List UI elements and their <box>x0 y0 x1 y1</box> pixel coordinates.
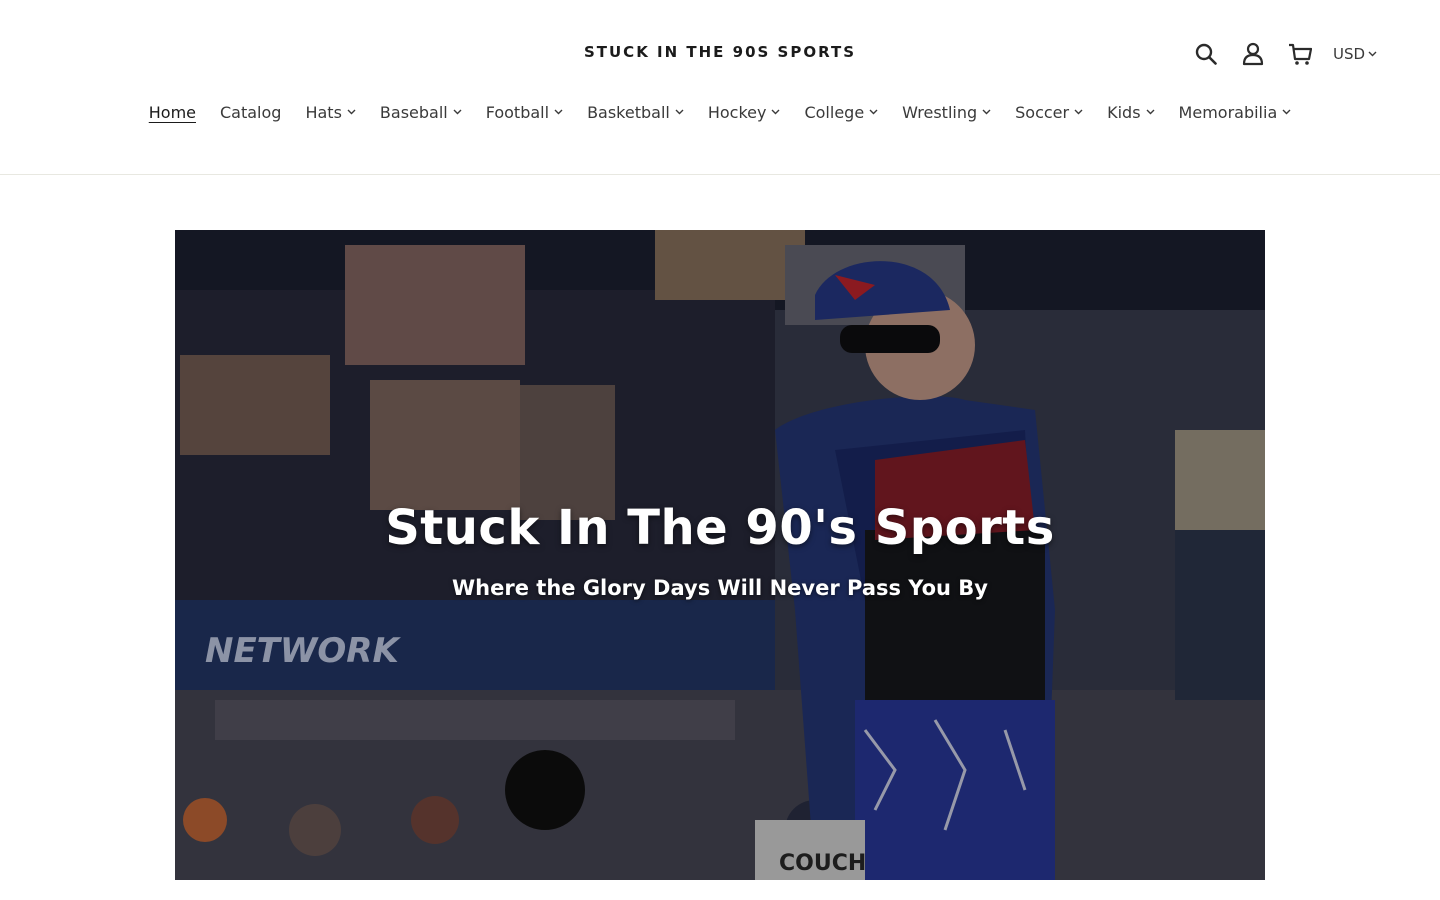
nav-item-football[interactable]: Football <box>474 100 575 124</box>
nav-item-kids[interactable]: Kids <box>1095 100 1166 124</box>
nav-item-baseball[interactable]: Baseball <box>368 100 474 124</box>
cart-icon <box>1289 43 1312 65</box>
cart-button[interactable] <box>1284 38 1316 70</box>
nav-item-label: College <box>804 102 865 122</box>
nav-item-hats[interactable]: Hats <box>293 100 367 124</box>
hero-title: Stuck In The 90's Sports <box>385 500 1055 556</box>
nav-item-label: Catalog <box>220 102 282 122</box>
chevron-down-icon <box>554 109 563 115</box>
nav-item-wrestling[interactable]: Wrestling <box>890 100 1003 124</box>
nav-item-college[interactable]: College <box>792 100 890 124</box>
main-nav: Home Catalog Hats Baseball Football Basketbal… <box>0 100 1440 124</box>
nav-item-soccer[interactable]: Soccer <box>1003 100 1095 124</box>
nav-item-label: Hockey <box>707 102 767 122</box>
account-button[interactable] <box>1237 38 1269 70</box>
nav-item-label: Basketball <box>587 102 670 122</box>
nav-item-label: Baseball <box>379 102 448 122</box>
nav-item-label: Hats <box>305 102 342 122</box>
hero-subtitle: Where the Glory Days Will Never Pass You… <box>452 576 988 600</box>
site-logo-link[interactable]: STUCK IN THE 90S SPORTS <box>584 43 856 61</box>
nav-item-label: Soccer <box>1015 102 1070 122</box>
nav-item-label: Home <box>148 102 196 122</box>
search-button[interactable] <box>1190 38 1222 70</box>
chevron-down-icon <box>347 109 356 115</box>
nav-item-label: Football <box>485 102 550 122</box>
nav-item-memorabilia[interactable]: Memorabilia <box>1167 100 1304 124</box>
nav-item-label: Wrestling <box>902 102 978 122</box>
nav-item-home[interactable]: Home <box>137 100 208 124</box>
search-icon <box>1195 43 1217 65</box>
hero-banner: NETWORK COUCH Stuck In The 90's Sports W… <box>175 230 1265 880</box>
account-icon <box>1242 42 1264 66</box>
nav-item-label: Kids <box>1107 102 1141 122</box>
nav-item-label: Memorabilia <box>1178 102 1278 122</box>
chevron-down-icon <box>1074 109 1083 115</box>
currency-label: USD <box>1333 45 1366 63</box>
site-header: STUCK IN THE 90S SPORTS USD Home Catalog… <box>0 0 1440 175</box>
chevron-down-icon <box>1282 109 1291 115</box>
chevron-down-icon <box>1368 51 1377 57</box>
currency-selector[interactable]: USD <box>1333 45 1377 63</box>
chevron-down-icon <box>982 109 991 115</box>
chevron-down-icon <box>1146 109 1155 115</box>
nav-item-basketball[interactable]: Basketball <box>575 100 696 124</box>
chevron-down-icon <box>675 109 684 115</box>
nav-item-catalog[interactable]: Catalog <box>208 100 293 124</box>
chevron-down-icon <box>869 109 878 115</box>
chevron-down-icon <box>453 109 462 115</box>
nav-item-hockey[interactable]: Hockey <box>696 100 793 124</box>
chevron-down-icon <box>771 109 780 115</box>
header-icons: USD <box>1190 38 1377 70</box>
